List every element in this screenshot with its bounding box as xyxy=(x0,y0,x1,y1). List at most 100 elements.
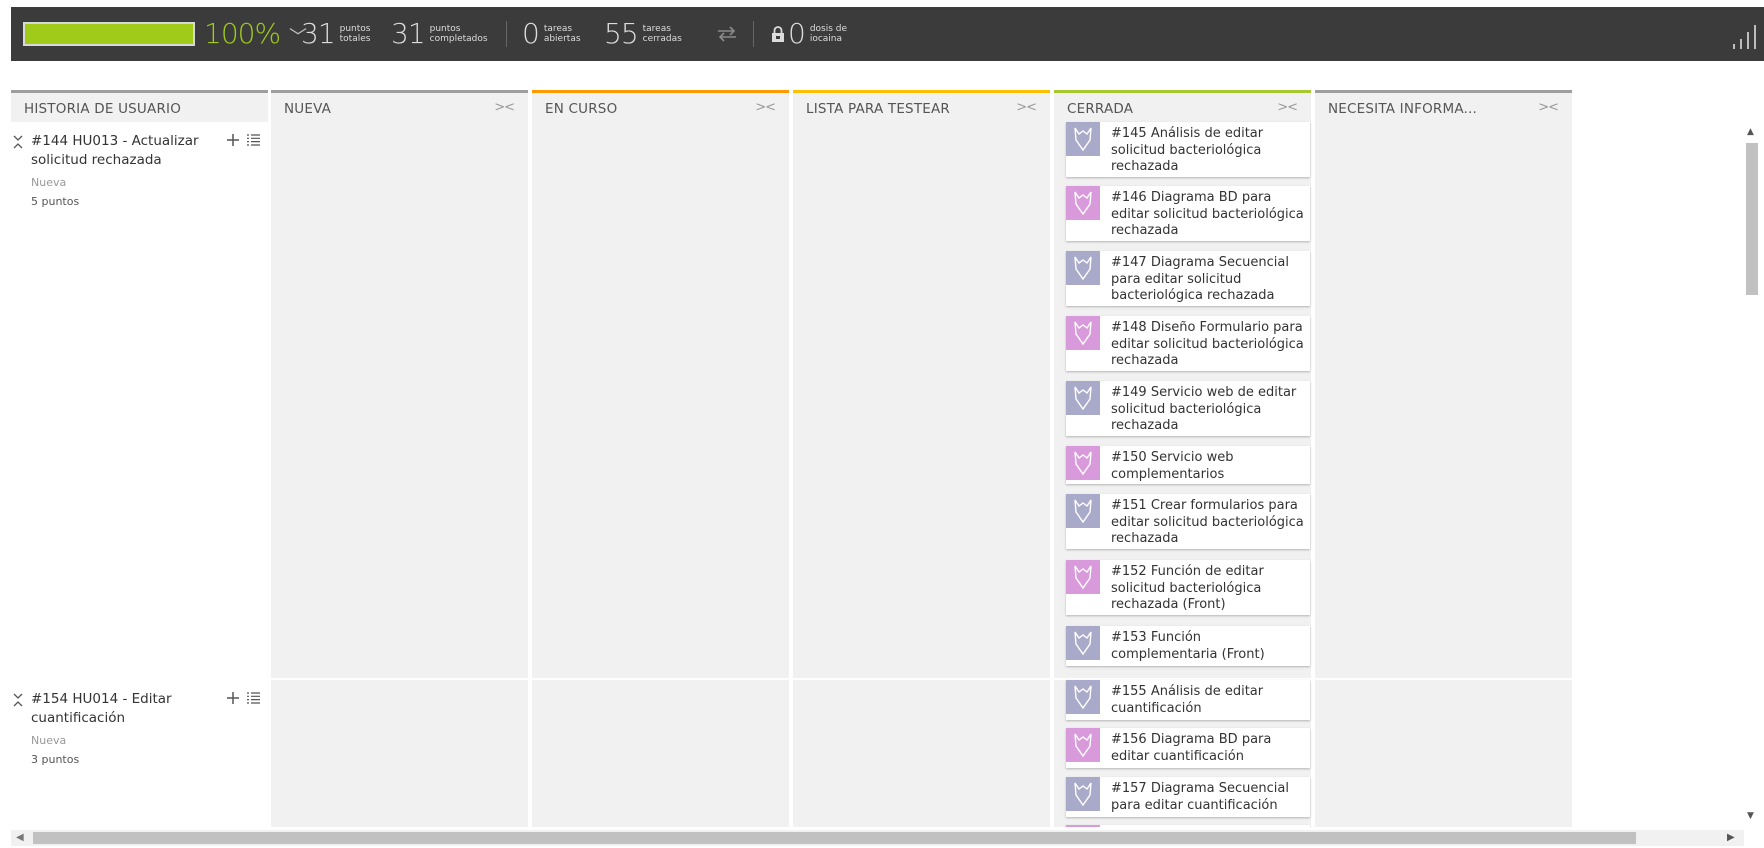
task-card[interactable]: #153 Función complementaria (Front) xyxy=(1066,626,1310,666)
task-card[interactable]: #149 Servicio web de editar solicitud ba… xyxy=(1066,381,1310,436)
column-title: NUEVA xyxy=(284,101,332,117)
closed-tasks-value: 55 xyxy=(604,17,639,50)
column-header-lista-para-testear: LISTA PARA TESTEAR >< xyxy=(793,90,1050,122)
cell-necesita-informacion xyxy=(1315,122,1572,678)
collapse-column-icon[interactable]: >< xyxy=(1538,100,1559,115)
sprint-stats-bar: 100% ﹀ 31 puntos totales 31 puntos compl… xyxy=(11,7,1764,61)
column-header-nueva: NUEVA >< xyxy=(271,90,528,122)
task-card[interactable]: #151 Crear formularios para editar solic… xyxy=(1066,494,1310,549)
signal-bars-icon[interactable] xyxy=(1731,24,1761,50)
user-avatar-icon xyxy=(1066,316,1100,350)
cell-lista-para-testear xyxy=(793,680,1050,827)
scroll-down-arrow-icon[interactable]: ▼ xyxy=(1747,811,1754,821)
closed-tasks-label: tareas cerradas xyxy=(642,24,682,44)
task-card[interactable]: #156 Diagrama BD para editar cuantificac… xyxy=(1066,728,1310,768)
task-title: #153 Función complementaria (Front) xyxy=(1111,630,1265,662)
user-avatar-icon xyxy=(1066,825,1100,827)
user-avatar-icon xyxy=(1066,122,1100,156)
user-story-points: 3 puntos xyxy=(31,753,80,766)
task-card[interactable]: #152 Función de editar solicitud bacteri… xyxy=(1066,560,1310,615)
user-story-points: 5 puntos xyxy=(31,195,80,208)
task-card[interactable]: #150 Servicio web complementarios xyxy=(1066,446,1310,484)
user-story-status[interactable]: Nueva xyxy=(31,734,66,747)
task-card[interactable]: #147 Diagrama Secuencial para editar sol… xyxy=(1066,251,1310,306)
horizontal-scroll-thumb[interactable] xyxy=(33,832,1636,844)
fold-toggle-icon[interactable] xyxy=(12,692,24,708)
collapse-column-icon[interactable]: >< xyxy=(494,100,515,115)
total-points-value: 31 xyxy=(301,17,336,50)
task-title: #156 Diagrama BD para editar cuantificac… xyxy=(1111,732,1272,764)
task-title: #157 Diagrama Secuencial para editar cua… xyxy=(1111,781,1289,813)
open-tasks-label: tareas abiertas xyxy=(543,24,581,44)
vertical-scroll-thumb[interactable] xyxy=(1746,143,1758,295)
collapse-column-icon[interactable]: >< xyxy=(1016,100,1037,115)
task-title: #152 Función de editar solicitud bacteri… xyxy=(1111,564,1264,612)
user-avatar-icon xyxy=(1066,626,1100,660)
task-card[interactable]: #146 Diagrama BD para editar solicitud b… xyxy=(1066,186,1310,241)
user-avatar-icon xyxy=(1066,560,1100,594)
user-avatar-icon xyxy=(1066,186,1100,220)
collapse-column-icon[interactable]: >< xyxy=(1277,100,1298,115)
scroll-right-arrow-icon[interactable]: ▶ xyxy=(1727,832,1735,843)
completed-points-value: 31 xyxy=(391,17,426,50)
task-title: #147 Diagrama Secuencial para editar sol… xyxy=(1111,255,1289,303)
scroll-up-arrow-icon[interactable]: ▲ xyxy=(1747,127,1754,137)
total-points-label: puntos totales xyxy=(339,24,371,44)
column-header-necesita-informacion: NECESITA INFORMA... >< xyxy=(1315,90,1572,122)
task-title: #145 Análisis de editar solicitud bacter… xyxy=(1111,126,1264,174)
add-task-icon[interactable] xyxy=(227,692,239,704)
sprint-progress-bar xyxy=(23,22,195,46)
cell-lista-para-testear xyxy=(793,122,1050,678)
user-story-row: #144 HU013 - Actualizar solicitud rechaz… xyxy=(11,122,268,678)
user-story-status[interactable]: Nueva xyxy=(31,176,66,189)
cell-en-curso xyxy=(532,122,789,678)
horizontal-scrollbar[interactable]: ◀ ▶ xyxy=(11,830,1744,846)
column-header-cerrada: CERRADA >< xyxy=(1054,90,1311,122)
completed-points-label: puntos completados xyxy=(429,24,488,44)
bulk-add-list-icon[interactable] xyxy=(247,692,260,704)
collapse-column-icon[interactable]: >< xyxy=(755,100,776,115)
column-header-user-story: HISTORIA DE USUARIO xyxy=(11,90,268,122)
closed-tasks-stat: 55 tareas cerradas xyxy=(604,20,682,48)
user-avatar-icon xyxy=(1066,446,1100,480)
task-title: #155 Análisis de editar cuantificación xyxy=(1111,684,1264,716)
vertical-scrollbar[interactable]: ▲ ▼ xyxy=(1744,123,1760,826)
divider xyxy=(506,21,507,47)
cell-necesita-informacion xyxy=(1315,680,1572,827)
cell-nueva xyxy=(271,680,528,827)
user-story-title[interactable]: #144 HU013 - Actualizar solicitud rechaz… xyxy=(31,132,206,170)
user-avatar-icon xyxy=(1066,728,1100,762)
task-card[interactable] xyxy=(1066,825,1310,827)
sprint-progress-fill xyxy=(25,24,193,44)
iocaine-value: 0 xyxy=(788,17,806,50)
bulk-add-list-icon[interactable] xyxy=(247,134,260,146)
cell-nueva xyxy=(271,122,528,678)
completed-points-stat: 31 puntos completados xyxy=(391,20,488,48)
open-tasks-stat: 0 tareas abiertas xyxy=(522,20,581,48)
task-card[interactable]: #148 Diseño Formulario para editar solic… xyxy=(1066,316,1310,371)
user-avatar-icon xyxy=(1066,381,1100,415)
iocaine-label: dosis de iocaina xyxy=(809,24,848,44)
column-title: HISTORIA DE USUARIO xyxy=(24,101,182,117)
total-points-stat: 31 puntos totales xyxy=(301,20,371,48)
swap-arrows-icon[interactable] xyxy=(716,26,738,42)
user-avatar-icon xyxy=(1066,251,1100,285)
divider xyxy=(753,21,754,47)
task-title: #151 Crear formularios para editar solic… xyxy=(1111,498,1304,546)
lock-icon xyxy=(772,26,784,42)
scroll-left-arrow-icon[interactable]: ◀ xyxy=(16,832,24,843)
task-card[interactable]: #145 Análisis de editar solicitud bacter… xyxy=(1066,122,1310,177)
column-title: LISTA PARA TESTEAR xyxy=(806,101,951,117)
task-title: #149 Servicio web de editar solicitud ba… xyxy=(1111,385,1297,433)
user-story-row: #154 HU014 - Editar cuantificación Nueva… xyxy=(11,680,268,827)
task-title: #150 Servicio web complementarios xyxy=(1111,450,1234,482)
user-avatar-icon xyxy=(1066,680,1100,714)
kanban-board: HISTORIA DE USUARIO NUEVA >< EN CURSO ><… xyxy=(11,90,1574,827)
task-title: #148 Diseño Formulario para editar solic… xyxy=(1111,320,1304,368)
user-avatar-icon xyxy=(1066,494,1100,528)
task-card[interactable]: #157 Diagrama Secuencial para editar cua… xyxy=(1066,777,1310,817)
task-card[interactable]: #155 Análisis de editar cuantificación xyxy=(1066,680,1310,720)
fold-toggle-icon[interactable] xyxy=(12,134,24,150)
user-story-title[interactable]: #154 HU014 - Editar cuantificación xyxy=(31,690,206,728)
add-task-icon[interactable] xyxy=(227,134,239,146)
